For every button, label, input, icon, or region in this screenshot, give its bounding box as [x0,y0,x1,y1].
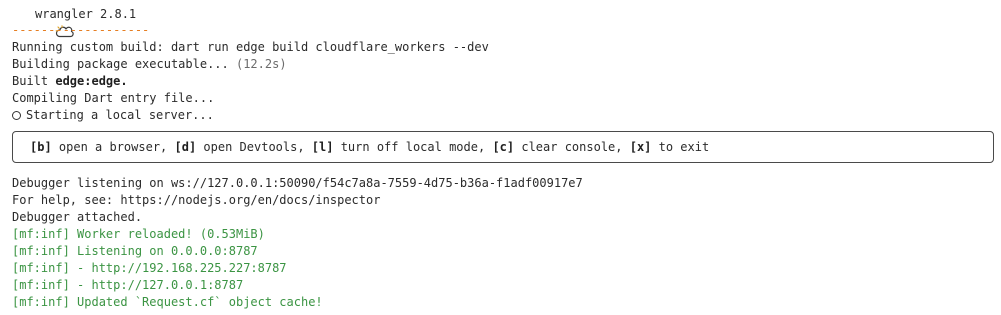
terminal-output: wrangler 2.8.1 ------------------- Runni… [0,0,1001,315]
shortcut-label-d: open Devtools, [196,140,312,154]
custom-build-line: Running custom build: dart run edge buil… [12,40,489,54]
mf-log-line: [mf:inf] Updated `Request.cf` object cac… [12,295,323,309]
shortcuts-text: [b] open a browser, [d] open Devtools, [… [30,139,709,156]
compiling-line: Compiling Dart entry file... [12,91,215,105]
mf-log-line: [mf:inf] - http://192.168.225.227:8787 [12,261,287,275]
debugger-help-line: For help, see: https://nodejs.org/en/doc… [12,193,381,207]
debugger-listening-line: Debugger listening on ws://127.0.0.1:500… [12,176,583,190]
starting-server-text: Starting a local server... [26,108,214,122]
shortcut-key-d[interactable]: [d] [175,140,197,154]
building-text: Building package executable... [12,57,236,71]
shortcut-key-b[interactable]: [b] [30,140,52,154]
shortcut-key-l[interactable]: [l] [312,140,334,154]
starting-server-line: Starting a local server... [12,107,214,124]
keyboard-shortcuts-box: [b] open a browser, [d] open Devtools, [… [12,131,994,163]
spinner-icon [12,111,21,120]
building-time: (12.2s) [235,57,287,71]
shortcut-key-c[interactable]: [c] [492,140,514,154]
shortcut-label-c: clear console, [514,140,630,154]
shortcut-key-x[interactable]: [x] [630,140,652,154]
wrangler-header: wrangler 2.8.1 [12,6,137,37]
shortcut-label-x: to exit [651,140,710,154]
shortcut-label-l: turn off local mode, [333,140,493,154]
built-target: edge:edge. [55,74,128,88]
header-divider: ------------------- [12,23,150,37]
built-text: Built [12,74,56,88]
debugger-attached-line: Debugger attached. [12,210,143,224]
mf-log-line: [mf:inf] Listening on 0.0.0.0:8787 [12,244,258,258]
cloud-sun-icon [12,8,75,37]
building-line: Building package executable... (12.2s) [12,56,287,73]
shortcut-label-b: open a browser, [51,140,175,154]
mf-log-line: [mf:inf] Worker reloaded! (0.53MiB) [12,227,265,241]
built-line: Built edge:edge. [12,73,128,90]
wrangler-version: wrangler 2.8.1 [35,7,137,21]
mf-log-line: [mf:inf] - http://127.0.0.1:8787 [12,278,244,292]
